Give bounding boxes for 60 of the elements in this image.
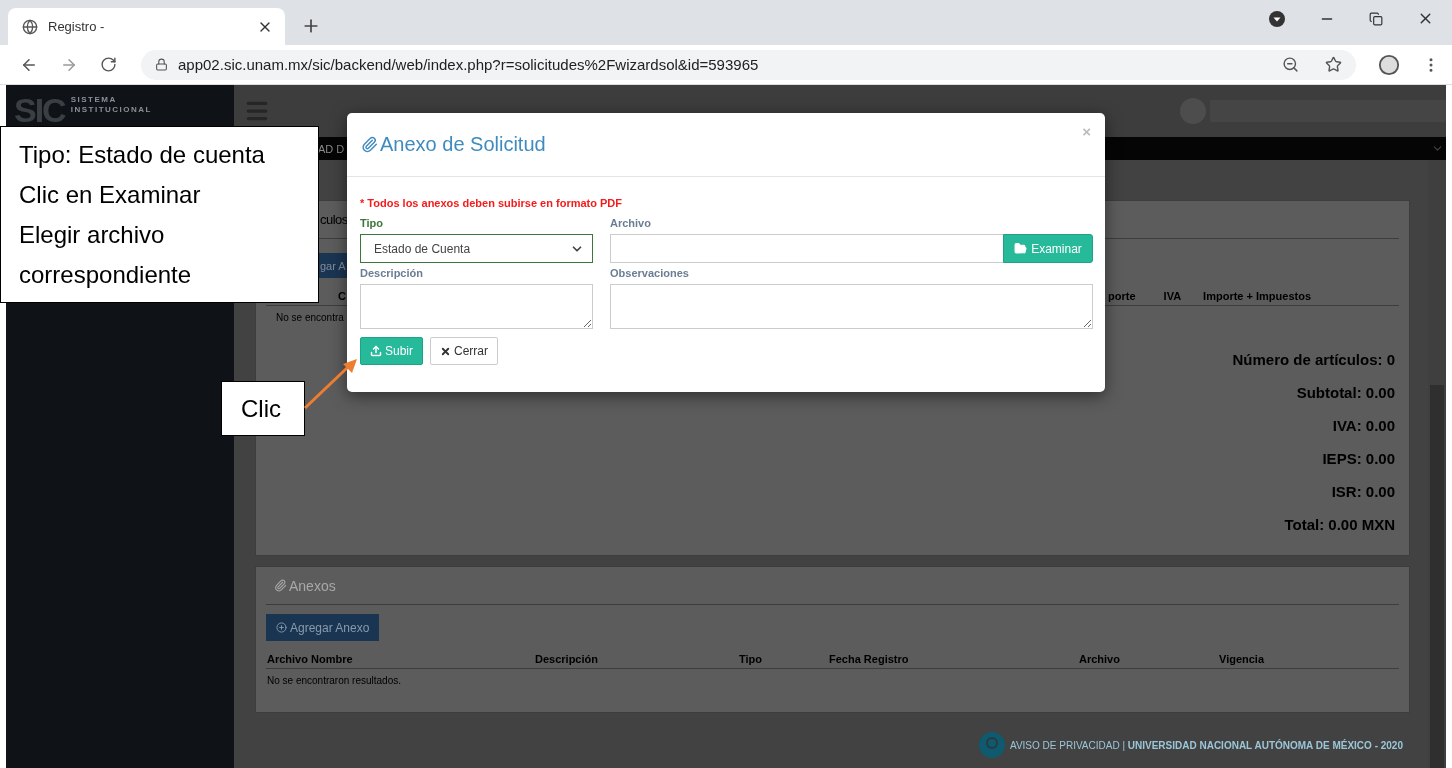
total-line: ISR: 0.00 <box>1331 482 1395 502</box>
callout-text: Clic en Examinar <box>19 179 202 210</box>
panel-title: Anexos <box>274 577 336 594</box>
column-header: Tipo <box>739 652 763 665</box>
callout-text: Clic <box>241 393 282 424</box>
field-label: Archivo <box>610 217 652 229</box>
column-header: porte <box>1108 289 1136 302</box>
pdf-note: * Todos los anexos deben subirse en formato PDF <box>360 197 623 209</box>
empty-message: No se encontraron resultados. <box>267 675 402 686</box>
paperclip-icon <box>274 579 287 592</box>
panel-title: culos <box>320 212 348 227</box>
type-select[interactable]: Estado de Cuenta <box>360 234 593 263</box>
browse-button[interactable]: Examinar <box>1003 234 1093 263</box>
total-line: Subtotal: 0.00 <box>1296 383 1395 403</box>
restore-icon[interactable] <box>1369 11 1383 26</box>
total-line: IEPS: 0.00 <box>1322 449 1395 469</box>
zoom-icon[interactable] <box>1282 56 1299 73</box>
globe-icon <box>22 18 38 35</box>
address-field[interactable]: app02.sic.unam.mx/sic/backend/web/index.php?r=solicitudes%2Fwizardsol&id=593965 <box>141 49 1356 80</box>
upload-button[interactable]: Subir <box>360 337 423 365</box>
dropdown-circle-icon[interactable] <box>1269 10 1285 27</box>
total-line: IVA: 0.00 <box>1332 416 1395 436</box>
close-dialog-button[interactable]: Cerrar <box>430 337 499 365</box>
bar-text: AD D <box>318 142 345 155</box>
footer-text: AVISO DE PRIVACIDAD | UNIVERSIDAD NACIONAL AUTÓNOMA DE MÉXICO - 2020 <box>1009 739 1403 751</box>
lock-icon <box>155 58 168 71</box>
callout-text: Tipo: Estado de cuenta <box>19 139 266 170</box>
callout-text: correspondiente <box>19 259 193 290</box>
field-label: Tipo <box>360 217 384 229</box>
star-icon[interactable] <box>1325 56 1342 73</box>
column-header: Archivo Nombre <box>267 652 354 665</box>
add-annex-button[interactable]: Agregar Anexo <box>266 614 380 641</box>
close-icon <box>440 345 451 357</box>
logo-caption: INSTITUCIONAL <box>70 105 152 115</box>
footer-logo-icon <box>977 731 1006 759</box>
browser-tab[interactable]: Registro - <box>8 8 285 45</box>
logo-caption: SISTEMA <box>70 95 118 105</box>
plus-icon <box>276 622 287 633</box>
reload-icon[interactable] <box>100 56 117 73</box>
paperclip-icon <box>361 136 378 153</box>
empty-message: No se encontra <box>276 312 345 323</box>
add-button[interactable]: gar A <box>319 253 347 278</box>
pointer-arrow <box>303 359 357 410</box>
column-header: Vigencia <box>1219 652 1266 665</box>
field-label: Observaciones <box>610 267 690 279</box>
column-header: Archivo <box>1079 652 1121 665</box>
total-line: Total: 0.00 MXN <box>1284 515 1395 535</box>
total-line: Número de artículos: 0 <box>1232 350 1395 370</box>
profile-icon[interactable] <box>1378 53 1400 76</box>
column-header: Fecha Registro <box>829 652 910 665</box>
column-header: Importe + Impuestos <box>1203 289 1311 302</box>
callout-text: Elegir archivo <box>19 219 166 250</box>
folder-icon <box>1014 242 1028 255</box>
file-input[interactable] <box>610 234 1003 263</box>
column-header: IVA <box>1163 289 1182 302</box>
upload-icon <box>370 345 382 357</box>
dialog-title: Anexo de Solicitud <box>361 133 1083 156</box>
column-header: Descripción <box>535 652 599 665</box>
column-header: C <box>338 289 346 302</box>
field-label: Descripción <box>360 267 424 279</box>
